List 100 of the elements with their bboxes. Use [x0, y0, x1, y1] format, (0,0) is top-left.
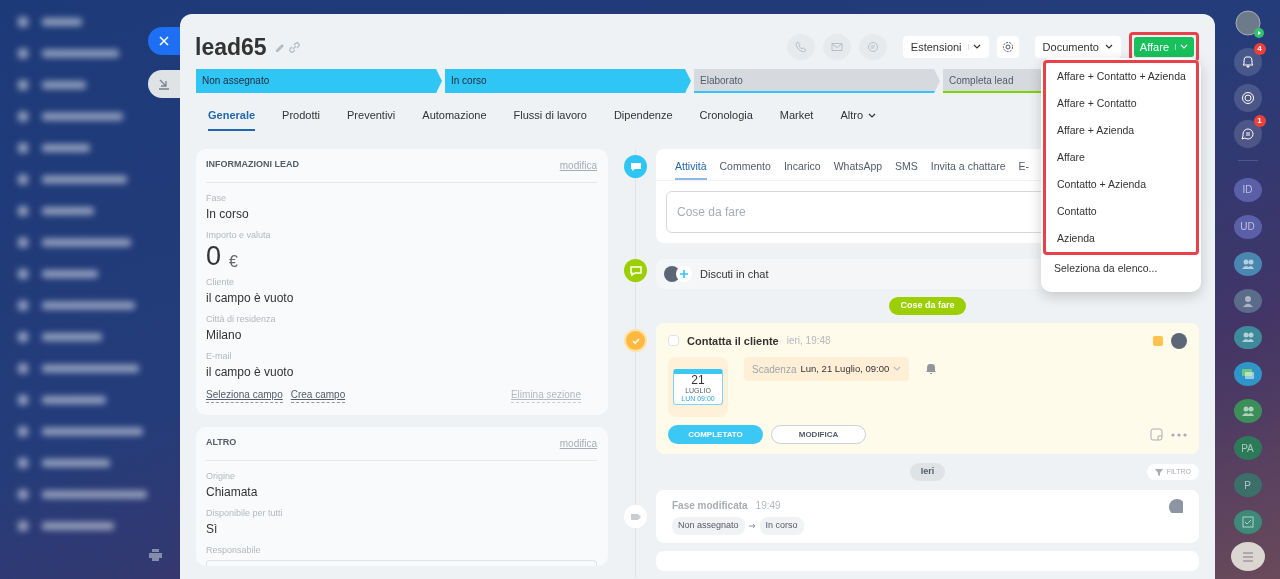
field-value: il campo è vuoto [206, 364, 295, 381]
avatar-placeholder [1171, 332, 1187, 349]
composer-tab[interactable]: Incarico [783, 159, 821, 180]
chat-bubble-icon [624, 259, 647, 282]
count-badge: 1 [1253, 115, 1266, 127]
edit-button[interactable]: MODIFICA [771, 425, 866, 444]
comment-bubble-icon [624, 155, 647, 178]
tab[interactable]: Automazione [422, 107, 487, 131]
more-icon[interactable] [1171, 431, 1187, 438]
filter-icon [1154, 468, 1163, 476]
caret-icon [868, 112, 877, 119]
settings-icon [1001, 41, 1014, 53]
flag-icon [1153, 335, 1163, 346]
composer-tab[interactable]: WhatsApp [833, 159, 883, 180]
menu-item[interactable]: Affare [1046, 144, 1196, 171]
spiral-button[interactable] [1233, 84, 1262, 112]
tab[interactable]: Cronologia [699, 107, 753, 131]
group-avatar[interactable] [1233, 399, 1262, 424]
phone-icon [794, 41, 807, 53]
group-avatar[interactable] [1233, 251, 1262, 276]
field-value: Milano [206, 327, 243, 344]
tab[interactable]: Generale [208, 107, 256, 131]
chat-button[interactable] [1233, 120, 1262, 148]
notifications-button[interactable] [1233, 48, 1262, 76]
stage-step[interactable]: Non assegnato [196, 69, 442, 93]
field-link[interactable]: Crea campo [290, 387, 346, 403]
chat-icon [1240, 127, 1255, 141]
tab[interactable]: Prodotti [282, 107, 320, 131]
bell-icon [1240, 55, 1255, 69]
count-badge: 4 [1253, 43, 1266, 55]
field-label: Città di residenza [206, 313, 277, 325]
section-title: ALTRO [206, 436, 237, 449]
caret-icon [1180, 44, 1188, 50]
close-button[interactable] [148, 27, 180, 55]
field-label: Importo e valuta [206, 229, 272, 241]
minimize-button[interactable] [148, 70, 180, 98]
printer-icon[interactable] [149, 549, 162, 561]
add-icon[interactable] [676, 266, 692, 282]
stage-chip: Non assegnato [672, 517, 745, 535]
caret-icon [893, 366, 902, 372]
group-avatar[interactable] [1233, 325, 1262, 350]
chat-icon [1240, 367, 1255, 382]
chat-icon [866, 41, 879, 53]
currency-symbol: € [229, 253, 238, 270]
checkbox-icon [1240, 515, 1255, 530]
event-time: 19:49 [755, 499, 781, 513]
event-title: Fase modificata [672, 499, 748, 513]
field-label: Fase [206, 192, 227, 204]
field-link[interactable]: Seleziona campo [206, 387, 283, 403]
composer-tab[interactable]: Commento [719, 159, 771, 180]
spiral-icon [1240, 91, 1255, 105]
composer-tab[interactable]: Invita a chattare [930, 159, 1006, 180]
chat-link[interactable]: Discuti in chat [700, 265, 769, 283]
stage-chip: In corso [759, 517, 804, 535]
lead-title: lead65 [195, 32, 267, 62]
deadline-selector[interactable]: Scadenza Lun, 21 Luglio, 09:00 [744, 357, 910, 381]
tab[interactable]: Altro [840, 107, 877, 131]
stage-step[interactable]: Elaborato [694, 69, 940, 93]
tab[interactable]: Dipendenze [613, 107, 673, 131]
composer-tab[interactable]: SMS [895, 159, 918, 180]
task-avatar[interactable] [1233, 510, 1262, 535]
field-label: E-mail [206, 350, 233, 362]
task-checkbox[interactable] [668, 335, 679, 347]
menu-item[interactable]: Affare + Azienda [1046, 117, 1196, 144]
tab[interactable]: Market [779, 107, 814, 131]
mail-icon [830, 41, 843, 53]
tag-icon [624, 505, 647, 528]
menu-button[interactable] [1230, 542, 1265, 572]
field-label: Disponibile per tutti [206, 507, 284, 519]
checkmark-icon [624, 329, 647, 352]
field-value: In corso [206, 206, 250, 223]
settings-button[interactable] [996, 36, 1019, 58]
menu-item[interactable]: Affare + Contatto [1046, 90, 1196, 117]
field-value: Chiamata [206, 484, 259, 501]
field-value: il campo è vuoto [206, 290, 295, 307]
field-label: Cliente [206, 276, 235, 288]
composer-tab[interactable]: E- [1018, 159, 1030, 180]
avatar-placeholder [1169, 498, 1183, 513]
calendar-day: 21 [674, 374, 722, 388]
stage-step[interactable]: In corso [445, 69, 691, 93]
chat-avatar[interactable] [1233, 362, 1262, 387]
field-value: Sì [206, 521, 219, 538]
caret-icon [972, 44, 981, 50]
document-dropdown[interactable]: Documento [1034, 36, 1121, 58]
menu-item[interactable]: Seleziona da elenco... [1043, 255, 1199, 282]
tab[interactable]: Flussi di lavoro [513, 107, 587, 131]
photo-avatar[interactable] [1233, 288, 1262, 313]
close-icon [158, 35, 170, 47]
bell-icon[interactable] [925, 363, 938, 375]
user-avatar[interactable] [1234, 10, 1261, 36]
play-icon [1253, 28, 1264, 38]
menu-item[interactable]: Affare + Contatto + Azienda [1046, 63, 1196, 90]
tab[interactable]: Preventivi [347, 107, 396, 131]
person-icon [1240, 293, 1255, 308]
extensions-dropdown[interactable]: Estensioni [902, 36, 989, 58]
task-title: Contatta il cliente [687, 333, 779, 349]
menu-icon [1240, 549, 1255, 564]
user-field[interactable] [206, 560, 597, 566]
amount-value: 0 [206, 243, 222, 270]
composer-tab[interactable]: Attività [675, 159, 707, 180]
